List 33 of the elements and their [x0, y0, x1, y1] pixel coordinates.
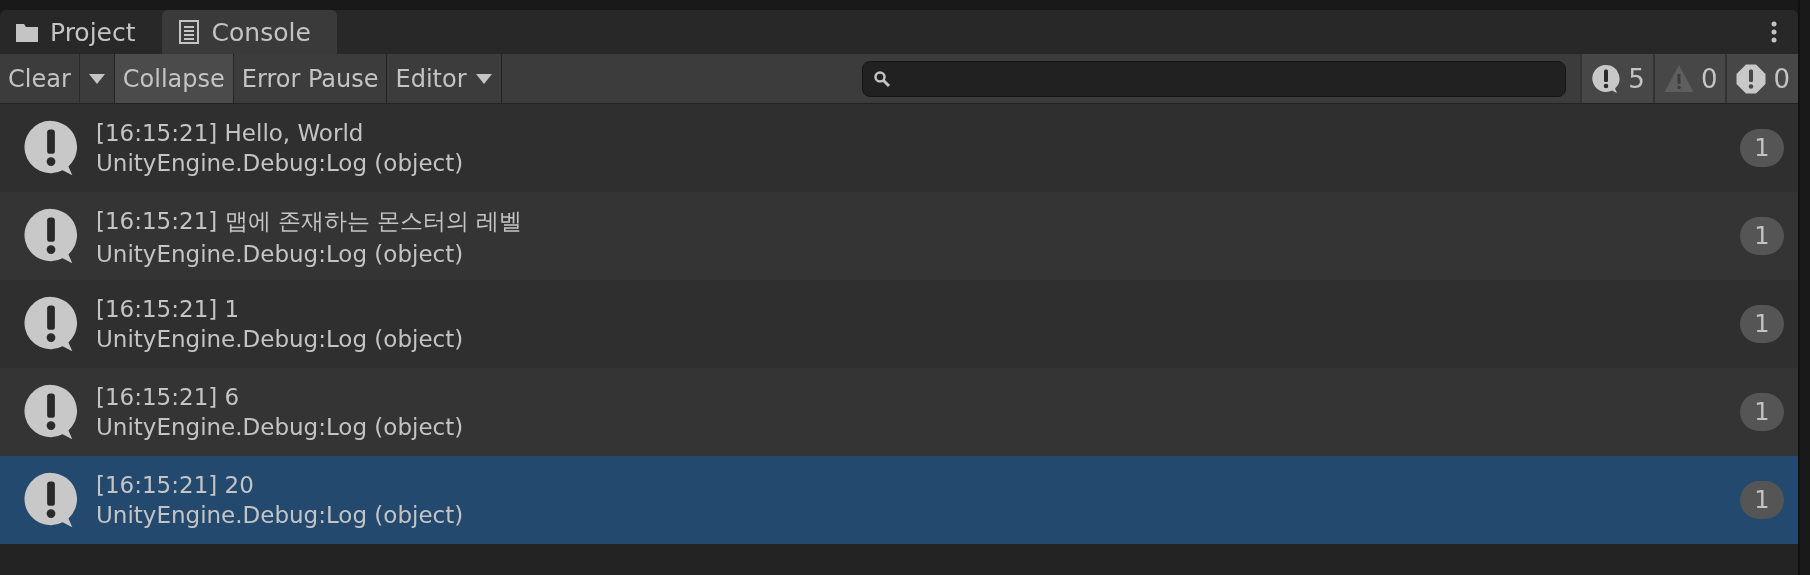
log-source: UnityEngine.Debug:Log (object)	[96, 414, 465, 440]
info-icon	[1590, 62, 1623, 95]
caret-icon	[87, 72, 106, 85]
search-icon	[873, 69, 892, 88]
count-badge: 1	[1740, 481, 1784, 519]
log-source: UnityEngine.Debug:Log (object)	[96, 326, 465, 352]
error-icon	[1735, 62, 1768, 95]
log-entry[interactable]: [16:15:21] 6 UnityEngine.Debug:Log (object) 1	[0, 368, 1798, 456]
filter-toggle[interactable]: 0	[1725, 54, 1798, 103]
count-badge: 1	[1740, 305, 1784, 343]
toggle-button[interactable]: Collapse	[114, 54, 234, 103]
tab[interactable]: Project	[0, 10, 162, 54]
count-badge: 1	[1740, 217, 1784, 255]
log-message: [16:15:21] 맵에 존재하는 몬스터의 레벨	[96, 206, 524, 236]
log-source: UnityEngine.Debug:Log (object)	[96, 150, 465, 176]
log-message: [16:15:21] Hello, World	[96, 120, 365, 146]
log-entry[interactable]: [16:15:21] 1 UnityEngine.Debug:Log (object) 1	[0, 280, 1798, 368]
filter-toggle[interactable]: 0	[1652, 54, 1726, 103]
more-menu-icon	[1770, 20, 1778, 44]
tab[interactable]: Console	[161, 10, 337, 54]
log-source: UnityEngine.Debug:Log (object)	[96, 240, 465, 267]
log-message: [16:15:21] 6	[96, 384, 241, 410]
log-source: UnityEngine.Debug:Log (object)	[96, 502, 465, 528]
search-field[interactable]	[862, 60, 1567, 97]
count-badge: 1	[1740, 129, 1784, 167]
log-message: [16:15:21] 1	[96, 296, 241, 322]
filter-toggle[interactable]: 5	[1580, 54, 1653, 103]
caret-icon	[474, 72, 493, 85]
log-message: [16:15:21] 20	[96, 472, 255, 498]
log-entry[interactable]: [16:15:21] Hello, World UnityEngine.Debug:Log (object) 1	[0, 104, 1798, 192]
count-badge: 1	[1740, 393, 1784, 431]
log-entry[interactable]: [16:15:21] 맵에 존재하는 몬스터의 레벨 UnityEngine.Debug:Log (object) 1	[0, 192, 1798, 280]
log-entry[interactable]: [16:15:21] 20 UnityEngine.Debug:Log (object) 1	[0, 456, 1798, 544]
